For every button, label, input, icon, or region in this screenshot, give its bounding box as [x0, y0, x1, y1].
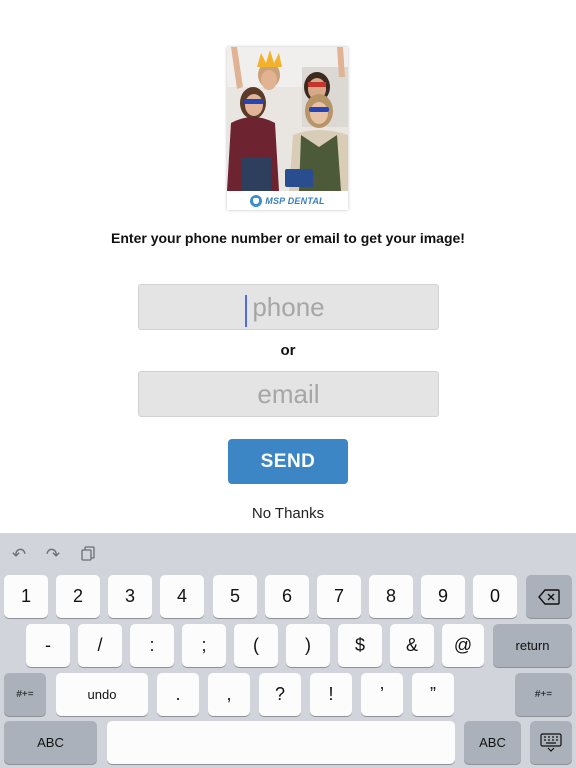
instruction-text: Enter your phone number or email to get …: [111, 230, 465, 246]
redo-arrow-icon[interactable]: ↷: [42, 545, 64, 565]
abc-key-right[interactable]: ABC: [464, 721, 521, 764]
key-0[interactable]: 0: [473, 575, 517, 618]
key-6[interactable]: 6: [265, 575, 309, 618]
key-4[interactable]: 4: [160, 575, 204, 618]
backspace-key[interactable]: [526, 575, 572, 618]
backspace-icon: [538, 588, 560, 605]
tooth-logo-icon: [250, 194, 263, 207]
key-comma[interactable]: ,: [208, 673, 250, 716]
booth-photo: [227, 47, 348, 191]
phone-input[interactable]: [139, 285, 438, 329]
key-2[interactable]: 2: [56, 575, 100, 618]
paste-icon[interactable]: [77, 545, 99, 565]
key-dollar[interactable]: $: [338, 624, 382, 667]
key-close-paren[interactable]: ): [286, 624, 330, 667]
space-bar[interactable]: [107, 721, 455, 764]
text-cursor: [245, 295, 247, 327]
email-field[interactable]: [138, 371, 439, 417]
photo-card: MSP DENTAL: [227, 47, 348, 210]
phone-field[interactable]: [138, 284, 439, 330]
key-9[interactable]: 9: [421, 575, 465, 618]
brand-strip: MSP DENTAL: [227, 191, 348, 210]
key-question[interactable]: ?: [259, 673, 301, 716]
key-slash[interactable]: /: [78, 624, 122, 667]
key-5[interactable]: 5: [213, 575, 257, 618]
key-quote[interactable]: ”: [412, 673, 454, 716]
key-1[interactable]: 1: [4, 575, 48, 618]
dismiss-keyboard-key[interactable]: [530, 721, 572, 764]
keyboard-dismiss-icon: [540, 732, 562, 752]
key-period[interactable]: .: [157, 673, 199, 716]
symbols-key-right[interactable]: #+=: [515, 673, 572, 716]
or-separator: or: [280, 342, 296, 359]
send-button[interactable]: SEND: [228, 439, 348, 484]
key-exclamation[interactable]: !: [310, 673, 352, 716]
undo-arrow-icon[interactable]: ↶: [8, 545, 30, 565]
symbols-key-left[interactable]: #+=: [4, 673, 46, 716]
key-apostrophe[interactable]: ’: [361, 673, 403, 716]
onscreen-keyboard: ↶ ↷ 1 2 3 4 5 6 7 8 9 0 - / : ; ( ) $ & …: [0, 533, 576, 768]
key-7[interactable]: 7: [317, 575, 361, 618]
key-at[interactable]: @: [442, 624, 484, 667]
key-hyphen[interactable]: -: [26, 624, 70, 667]
no-thanks-link[interactable]: No Thanks: [0, 505, 576, 522]
undo-key[interactable]: undo: [56, 673, 148, 716]
abc-key-left[interactable]: ABC: [4, 721, 97, 764]
email-input[interactable]: [139, 372, 438, 416]
key-open-paren[interactable]: (: [234, 624, 278, 667]
return-key[interactable]: return: [493, 624, 572, 667]
key-ampersand[interactable]: &: [390, 624, 434, 667]
key-3[interactable]: 3: [108, 575, 152, 618]
key-colon[interactable]: :: [130, 624, 174, 667]
key-semicolon[interactable]: ;: [182, 624, 226, 667]
brand-name: MSP DENTAL: [265, 195, 325, 206]
keyboard-shortcut-bar: ↶ ↷: [0, 533, 576, 573]
key-8[interactable]: 8: [369, 575, 413, 618]
